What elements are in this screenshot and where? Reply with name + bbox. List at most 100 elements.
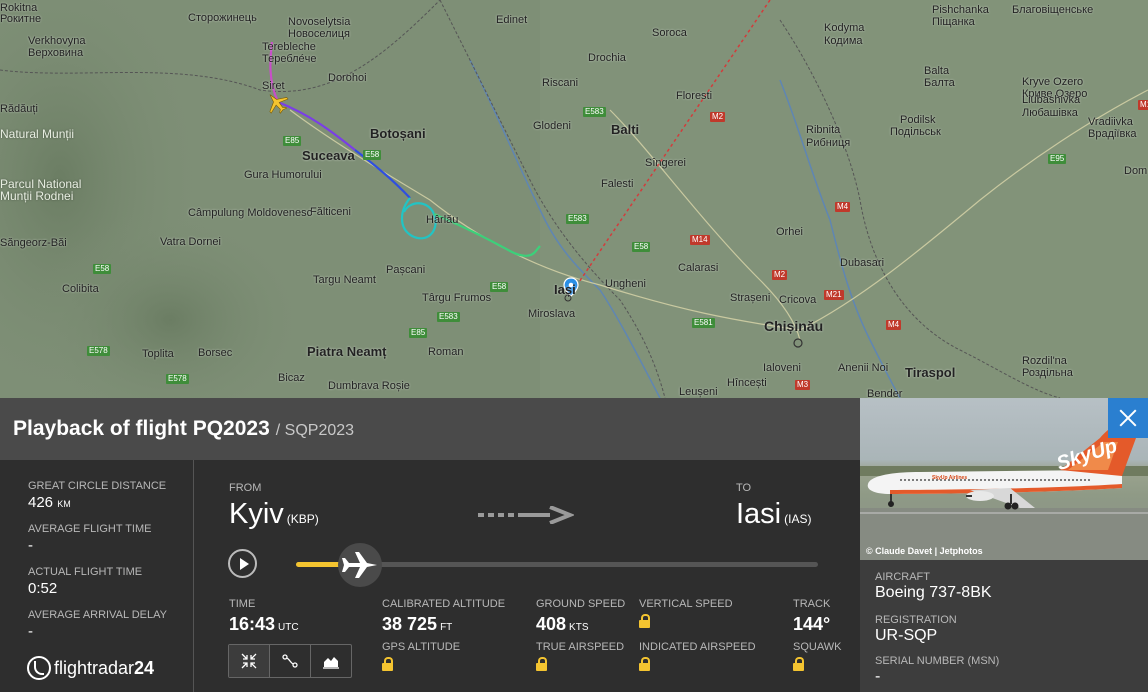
lock-icon[interactable] xyxy=(382,657,393,671)
map-city-label: Теребле́че xyxy=(262,53,317,65)
calibrated-altitude-label: CALIBRATED ALTITUDE xyxy=(382,598,506,610)
map-city-label: Піщанка xyxy=(932,16,975,28)
map-city-label: Novoselytsia xyxy=(288,16,351,28)
serial-number-value: - xyxy=(875,668,881,685)
map-city-label: Верховина xyxy=(28,47,84,59)
map-city-label: Câmpulung Moldovenesc xyxy=(188,207,313,219)
true-airspeed-metric: TRUE AIRSPEED xyxy=(536,641,624,676)
squawk-metric: SQUAWK xyxy=(793,641,842,676)
area-chart-icon xyxy=(323,657,339,669)
map-city-label: Ialoveni xyxy=(763,362,801,374)
map-city-label: Liubashivka xyxy=(1022,94,1081,106)
map-city-label: Orhei xyxy=(776,226,803,238)
time-metric: TIME 16:43 UTC xyxy=(229,598,299,635)
map-city-label: Terebleche xyxy=(262,41,316,53)
actual-time-value: 0:52 xyxy=(28,580,58,597)
aircraft-type-value: Boeing 737-8BK xyxy=(875,584,992,601)
map-city-label: Bender xyxy=(867,388,903,398)
map-city-label: Leușeni xyxy=(679,386,718,398)
map-city-label: Подільськ xyxy=(890,126,941,138)
ground-speed-value: 408 KTS xyxy=(536,614,589,634)
road-shield: E58 xyxy=(93,264,112,274)
map-city-label: Cricova xyxy=(779,294,817,306)
flightradar24-logo[interactable]: flightradar 24 xyxy=(27,656,154,680)
road-shield: M21 xyxy=(824,290,844,300)
map-city-label: Ungheni xyxy=(605,278,646,290)
flight-info-panel: Playback of flight PQ2023 / SQP2023 GREA… xyxy=(0,398,860,692)
squawk-label: SQUAWK xyxy=(793,641,842,653)
map-city-label: Parcul National Munții Rodnei xyxy=(0,177,82,203)
aircraft-marker-icon[interactable] xyxy=(262,88,292,118)
ukraine-region xyxy=(860,0,1148,398)
gps-altitude-label: GPS ALTITUDE xyxy=(382,641,461,653)
map-city-label: Roman xyxy=(428,346,464,358)
road-shield: E578 xyxy=(87,346,110,356)
aircraft-photo[interactable]: SkyUp SkyUp Airlines © Claude Davet | Je… xyxy=(860,398,1148,560)
photo-credit[interactable]: © Claude Davet | Jetphotos xyxy=(866,546,983,556)
map-city-label: Любашівка xyxy=(1022,107,1078,119)
avg-time-value: - xyxy=(28,537,33,554)
road-shield: M2 xyxy=(772,270,788,280)
registration: REGISTRATION UR-SQP xyxy=(875,614,957,645)
play-button[interactable] xyxy=(228,549,257,578)
map-city-label: Новоселиця xyxy=(288,28,350,40)
road-shield: E58 xyxy=(490,282,509,292)
close-button[interactable] xyxy=(1108,398,1148,438)
calibrated-altitude-metric: CALIBRATED ALTITUDE 38 725 FT xyxy=(382,598,505,635)
map-city-label: Роздільна xyxy=(1022,367,1073,379)
view-mode-switch xyxy=(228,644,352,678)
map-city-label: Edinet xyxy=(496,14,528,26)
map-city-label: Târgu Frumos xyxy=(422,292,492,304)
map-city-label: Сторожинець xyxy=(188,12,257,24)
road-shield: M14 xyxy=(1138,100,1148,110)
map-city-label: Glodeni xyxy=(533,120,571,132)
lock-icon[interactable] xyxy=(536,657,547,671)
map-city-label: Bicaz xyxy=(278,372,305,384)
map-city-label: Falesti xyxy=(601,178,634,190)
fullscreen-mode-button[interactable] xyxy=(229,645,270,677)
map-city-label: Врадіївка xyxy=(1088,128,1137,140)
destination[interactable]: TO Iasi (IAS) xyxy=(736,482,811,531)
map-city-label: Iași xyxy=(554,282,576,297)
aircraft-type-label: AIRCRAFT xyxy=(875,571,930,583)
map-city-label: Chișinău xyxy=(764,318,824,334)
true-airspeed-label: TRUE AIRSPEED xyxy=(536,641,625,653)
map-city-label: Colibita xyxy=(62,283,99,295)
slider-plane-icon[interactable] xyxy=(334,541,386,589)
aircraft-type: AIRCRAFT Boeing 737-8BK xyxy=(875,571,992,602)
map-view[interactable]: Rokitna Рокитне Сторожинець Verkhovyna Верхо… xyxy=(0,0,1148,398)
from-label: FROM xyxy=(229,482,262,494)
map-city-label: Hîncești xyxy=(727,377,767,389)
map-city-label: Fălticeni xyxy=(310,206,351,218)
map-city-label: Dubasari xyxy=(840,257,885,269)
map-city-label: Targu Neamt xyxy=(313,274,376,286)
road-shield: E583 xyxy=(566,214,589,224)
road-shield: M2 xyxy=(710,112,726,122)
map-city-label: Borsec xyxy=(198,347,233,359)
origin[interactable]: FROM Kyiv (KBP) xyxy=(229,482,319,531)
lock-icon[interactable] xyxy=(793,657,804,671)
registration-label: REGISTRATION xyxy=(875,614,957,626)
lock-icon[interactable] xyxy=(639,657,650,671)
altitude-graph-button[interactable] xyxy=(311,645,351,677)
road-shield: M4 xyxy=(835,202,851,212)
lock-icon[interactable] xyxy=(639,614,650,628)
route-mode-button[interactable] xyxy=(270,645,311,677)
ground-speed-metric: GROUND SPEED 408 KTS xyxy=(536,598,625,635)
serial-number: SERIAL NUMBER (MSN) - xyxy=(875,655,999,686)
road-shield: M3 xyxy=(795,380,811,390)
map-city-label: Riscani xyxy=(542,77,579,89)
road-shield: E578 xyxy=(166,374,189,384)
track-label: TRACK xyxy=(793,598,831,610)
gps-altitude-metric: GPS ALTITUDE xyxy=(382,641,460,676)
map-city-label: Sîngerei xyxy=(645,157,686,169)
delay-label: AVERAGE ARRIVAL DELAY xyxy=(28,609,167,621)
to-label: TO xyxy=(736,482,752,494)
flight-playback-app: Rokitna Рокитне Сторожинець Verkhovyna Верхо… xyxy=(0,0,1148,692)
distance-stat: GREAT CIRCLE DISTANCE 426 KM xyxy=(28,480,166,511)
time-label: TIME xyxy=(229,598,256,610)
road-shield: E85 xyxy=(283,136,302,146)
map-city-label: Verkhovyna xyxy=(28,35,86,47)
map-city-label: Natural Munții xyxy=(0,127,75,141)
route-arrow-icon xyxy=(478,506,574,524)
